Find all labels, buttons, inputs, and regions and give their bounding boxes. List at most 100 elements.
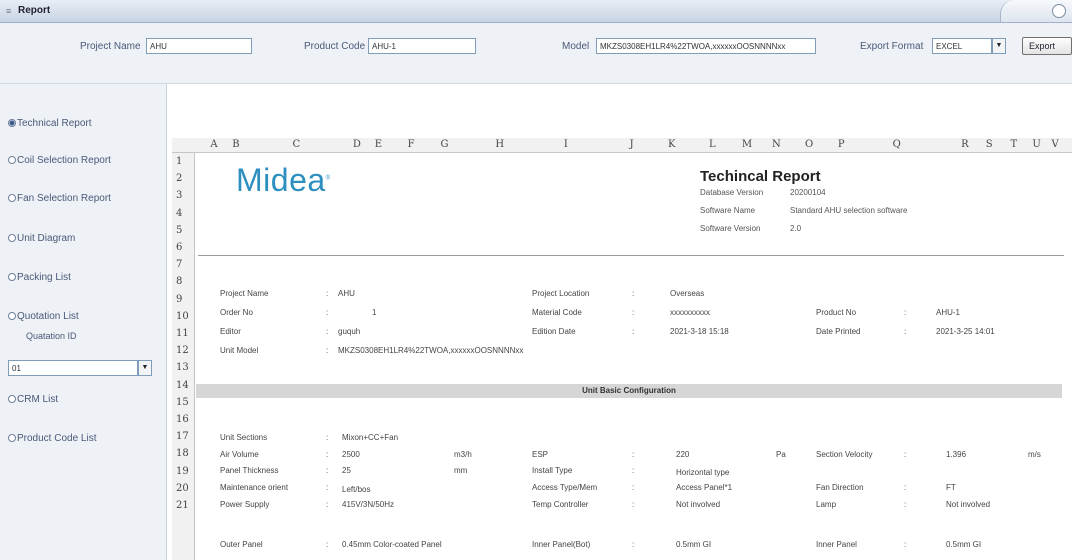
column-header-r: R <box>961 139 969 150</box>
grip-icon: ≡ <box>6 6 12 16</box>
cell-value: Horizontal type <box>676 468 730 477</box>
column-header-j: J <box>629 139 634 150</box>
export-format-label: Export Format <box>860 41 924 52</box>
column-header-a: A <box>210 139 218 150</box>
cell-value: Left/bos <box>342 485 371 494</box>
row-header-21: 21 <box>176 500 189 511</box>
cell-unit: Pa <box>776 450 786 459</box>
window-titlebar: ≡ Report <box>0 0 1072 23</box>
cell-value: guquh <box>338 327 361 336</box>
radio-coil-selection-report[interactable]: Coil Selection Report <box>8 155 111 166</box>
radio-packing-list[interactable]: Packing List <box>8 272 71 283</box>
cell-value: AHU-1 <box>936 308 961 317</box>
cell-colon: : <box>632 450 635 459</box>
column-header-c: C <box>292 139 301 150</box>
export-format-select[interactable]: EXCEL <box>932 38 992 54</box>
project-name-label: Project Name <box>80 41 141 52</box>
cell-colon: : <box>904 540 907 549</box>
cell-colon: : <box>632 289 635 298</box>
cell-label: Install Type <box>532 466 573 475</box>
quotation-id-dropdown-button[interactable]: ▼ <box>138 360 152 376</box>
radio-icon <box>8 194 16 202</box>
cell-label: Inner Panel <box>816 540 857 549</box>
radio-fan-selection-report[interactable]: Fan Selection Report <box>8 193 111 204</box>
row-header-18: 18 <box>176 448 189 460</box>
cell-label: Unit Model <box>220 346 259 355</box>
cell-colon: : <box>326 289 329 298</box>
row-header-16: 16 <box>176 414 189 425</box>
cell-colon: : <box>904 450 907 459</box>
cell-value: FT <box>946 483 956 492</box>
radio-technical-report[interactable]: Technical Report <box>8 118 91 129</box>
report-toolbar: Project Name AHU Product Code AHU-1 Mode… <box>0 23 1072 84</box>
radio-quotation-list[interactable]: Quotation List <box>8 311 79 322</box>
chevron-down-icon: ▼ <box>141 364 149 371</box>
quotation-id-label: Quatation ID <box>26 331 77 341</box>
cell-colon: : <box>904 500 907 509</box>
cell-value: 220 <box>676 450 690 459</box>
cell-label: Inner Panel(Bot) <box>532 540 591 549</box>
cell-label: Order No <box>220 308 253 317</box>
cell-colon: : <box>904 483 907 492</box>
column-header-b: B <box>232 139 240 150</box>
report-title: Techincal Report <box>700 168 821 185</box>
cell-value: AHU <box>338 289 355 298</box>
cell-colon: : <box>326 308 329 317</box>
quotation-id-select[interactable]: 01 <box>8 360 138 376</box>
cell-label: Project Location <box>532 289 590 298</box>
radio-product-code-list[interactable]: Product Code List <box>8 433 97 444</box>
cell-label: Lamp <box>816 500 837 509</box>
cell-value: Not involved <box>676 500 721 509</box>
project-name-input[interactable]: AHU <box>146 38 252 54</box>
meta-value: Standard AHU selection software <box>790 206 908 215</box>
cell-colon: : <box>326 433 329 442</box>
cell-value: MKZS0308EH1LR4%22TWOA,xxxxxxOOSNNNNxx <box>338 346 524 355</box>
row-header-2: 2 <box>176 173 183 185</box>
cell-colon: : <box>632 308 635 317</box>
radio-crm-list[interactable]: CRM List <box>8 394 58 405</box>
meta-label: Software Version <box>700 224 761 233</box>
export-format-dropdown-button[interactable]: ▼ <box>992 38 1006 54</box>
report-preview-sheet[interactable]: ABCDEFGHIJKLMNOPQRSTUV 1 2 3 4 5 6 7 8 9 10 11 12 13… <box>172 92 1072 560</box>
row-header-6: 6 <box>176 242 183 253</box>
column-header-t: T <box>1010 139 1018 150</box>
radio-unit-diagram[interactable]: Unit Diagram <box>8 233 75 244</box>
cell-label: Outer Panel <box>220 540 263 549</box>
row-header-14: 14 <box>176 379 189 391</box>
cell-value: 2500 <box>342 450 360 459</box>
column-header-q: Q <box>892 139 901 150</box>
cell-unit: mm <box>454 466 468 475</box>
cell-label: Edition Date <box>532 327 576 336</box>
row-header-19: 19 <box>176 465 189 477</box>
cell-value: Access Panel*1 <box>676 483 733 492</box>
row-header-bar: 1 2 3 4 5 6 7 8 9 10 11 12 13 14 15 16 17 18 19 20 21 <box>172 153 195 560</box>
cell-colon: : <box>326 500 329 509</box>
column-header-m: M <box>741 139 753 150</box>
cell-label: Fan Direction <box>816 483 864 492</box>
row-header-13: 13 <box>176 362 189 374</box>
row-header-8: 8 <box>176 276 183 288</box>
cell-value: 2021-3-18 15:18 <box>670 327 729 336</box>
radio-icon <box>8 312 16 320</box>
meta-value: 20200104 <box>790 188 826 197</box>
cell-label: Unit Sections <box>220 433 268 442</box>
column-header-l: L <box>709 139 716 150</box>
column-header-i: I <box>563 139 568 150</box>
export-button[interactable]: Export <box>1022 37 1072 55</box>
refresh-icon[interactable] <box>1052 4 1066 18</box>
product-code-input[interactable]: AHU-1 <box>368 38 476 54</box>
cell-label: Product No <box>816 308 857 317</box>
cell-value: Mixon+CC+Fan <box>342 433 399 442</box>
column-header-bar: A B C D E F G H I J K L M N O P Q R S T UV <box>172 138 1072 153</box>
window-title: Report <box>18 5 51 16</box>
column-header-g: G <box>440 139 449 150</box>
cell-label: Material Code <box>532 308 582 317</box>
cell-colon: : <box>326 450 329 459</box>
cell-label: Panel Thickness <box>220 466 279 475</box>
cell-colon: : <box>326 540 329 549</box>
cell-value: xxxxxxxxxx <box>670 308 710 317</box>
midea-logo: Midea® <box>236 162 331 198</box>
model-input[interactable]: MKZS0308EH1LR4%22TWOA,xxxxxxOOSNNNNxx <box>596 38 816 54</box>
row-header-11: 11 <box>176 328 189 339</box>
cell-value: Not involved <box>946 500 991 509</box>
